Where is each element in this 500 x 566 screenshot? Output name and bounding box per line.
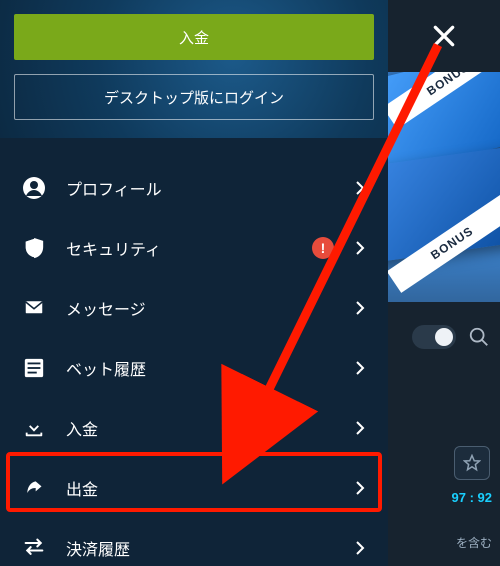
download-icon (22, 416, 46, 440)
chevron-right-icon (356, 301, 366, 315)
close-icon (431, 23, 457, 49)
menu-item-profile[interactable]: プロフィール (0, 158, 388, 218)
menu-item-deposit[interactable]: 入金 (0, 398, 388, 458)
mail-icon (22, 296, 46, 320)
menu-item-label: 決済履歴 (66, 536, 356, 560)
hint-text: を含む (388, 534, 500, 551)
share-icon (22, 476, 46, 500)
deposit-button[interactable]: 入金 (14, 14, 374, 60)
chevron-right-icon (356, 361, 366, 375)
chevron-right-icon (356, 541, 366, 555)
favorite-button[interactable] (454, 446, 490, 480)
alert-badge: ! (312, 237, 334, 259)
menu-item-bet-history[interactable]: ベット履歴 (0, 338, 388, 398)
menu-item-messages[interactable]: メッセージ (0, 278, 388, 338)
background-app: BONUS BONUS 97 : 92 を含む (388, 0, 500, 566)
menu-item-security[interactable]: セキュリティ ! (0, 218, 388, 278)
side-drawer: 入金 デスクトップ版にログイン プロフィール セキュリティ ! (0, 0, 388, 566)
chevron-right-icon (356, 241, 366, 255)
menu-item-payment-history[interactable]: 決済履歴 (0, 518, 388, 566)
menu-item-label: プロフィール (66, 176, 356, 200)
list-icon (22, 356, 46, 380)
toggle[interactable] (412, 325, 456, 349)
menu-item-label: ベット履歴 (66, 356, 356, 380)
menu-item-label: 入金 (66, 416, 356, 440)
search-icon[interactable] (468, 326, 490, 348)
shield-icon (22, 236, 46, 260)
drawer-header: 入金 デスクトップ版にログイン (0, 0, 388, 138)
menu-item-label: メッセージ (66, 296, 356, 320)
drawer-menu: プロフィール セキュリティ ! メッセージ (0, 138, 388, 566)
person-icon (22, 176, 46, 200)
chevron-right-icon (356, 421, 366, 435)
chevron-right-icon (356, 181, 366, 195)
chevron-right-icon (356, 481, 366, 495)
transfer-icon (22, 536, 46, 560)
desktop-login-button[interactable]: デスクトップ版にログイン (14, 74, 374, 120)
menu-item-withdraw[interactable]: 出金 (0, 458, 388, 518)
menu-item-label: 出金 (66, 476, 356, 500)
close-button[interactable] (388, 0, 500, 72)
score-text: 97 : 92 (452, 490, 492, 505)
